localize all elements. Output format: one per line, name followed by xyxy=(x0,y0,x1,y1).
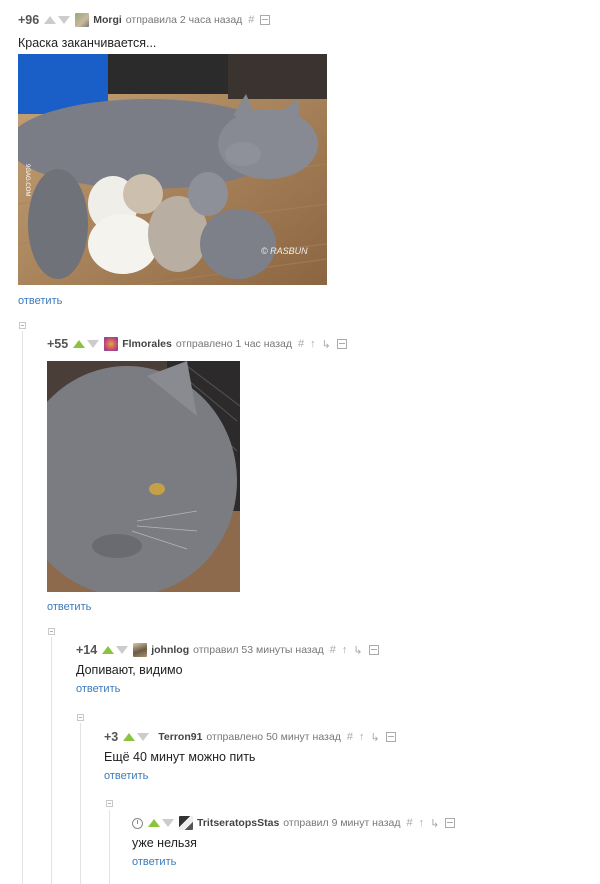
comment-header: +55 Flmorales отправлено 1 час назад # ↑… xyxy=(47,335,347,353)
branch-icon[interactable]: ↳ xyxy=(353,644,362,657)
downvote-icon[interactable] xyxy=(87,340,100,348)
save-icon[interactable] xyxy=(445,818,456,828)
collapse-toggle[interactable] xyxy=(106,800,113,807)
timestamp: отправил 9 минут назад xyxy=(283,817,401,829)
permalink-icon[interactable]: # xyxy=(298,338,304,350)
timestamp: отправлено 1 час назад xyxy=(175,338,293,350)
rating: +14 xyxy=(76,643,98,657)
parent-arrow-icon[interactable]: ↑ xyxy=(310,338,316,350)
thread-line xyxy=(80,723,81,884)
author-link[interactable]: Flmorales xyxy=(122,338,172,350)
save-icon[interactable] xyxy=(385,732,396,742)
rating: +55 xyxy=(47,337,69,351)
thread-line xyxy=(109,810,110,884)
comment-header: TritseratopsStas отправил 9 минут назад … xyxy=(132,814,456,832)
comment: +3 Terron91 отправлено 50 минут назад # … xyxy=(104,728,396,782)
comment-header: +14 johnlog отправил 53 минуты назад # ↑… xyxy=(76,641,379,659)
reply-link[interactable]: ответить xyxy=(47,601,91,613)
save-icon[interactable] xyxy=(368,645,379,655)
avatar[interactable] xyxy=(104,337,119,351)
downvote-icon[interactable] xyxy=(58,16,71,24)
save-icon[interactable] xyxy=(336,339,347,349)
permalink-icon[interactable]: # xyxy=(347,731,353,743)
comment-image[interactable] xyxy=(47,361,240,592)
upvote-icon[interactable] xyxy=(44,16,57,24)
comment: +14 johnlog отправил 53 минуты назад # ↑… xyxy=(76,641,379,695)
comment-header: +3 Terron91 отправлено 50 минут назад # … xyxy=(104,728,396,746)
parent-arrow-icon[interactable]: ↑ xyxy=(359,731,365,743)
downvote-icon[interactable] xyxy=(162,819,174,827)
branch-icon[interactable]: ↳ xyxy=(370,731,379,744)
clock-icon xyxy=(132,817,143,829)
upvote-icon[interactable] xyxy=(148,819,160,827)
comment-text: уже нельзя xyxy=(132,836,197,850)
upvote-icon[interactable] xyxy=(102,646,115,654)
comment-text: Ещё 40 минут можно пить xyxy=(104,750,256,764)
collapse-toggle[interactable] xyxy=(19,322,26,329)
timestamp: отправила 2 часа назад xyxy=(125,14,243,26)
thread-line xyxy=(51,637,52,884)
upvote-icon[interactable] xyxy=(73,340,86,348)
author-link[interactable]: Terron91 xyxy=(158,731,202,743)
reply-link[interactable]: ответить xyxy=(104,770,396,782)
author-link[interactable]: Morgi xyxy=(93,14,122,26)
reply-link[interactable]: ответить xyxy=(76,683,379,695)
rating: +96 xyxy=(18,13,40,27)
upvote-icon[interactable] xyxy=(123,733,136,741)
permalink-icon[interactable]: # xyxy=(406,817,412,829)
save-icon[interactable] xyxy=(260,15,271,25)
comment: TritseratopsStas отправил 9 минут назад … xyxy=(132,814,456,868)
watermark: 9GAG.COM xyxy=(24,164,30,196)
permalink-icon[interactable]: # xyxy=(248,14,254,26)
avatar[interactable] xyxy=(179,816,193,830)
timestamp: отправлено 50 минут назад xyxy=(206,731,341,743)
thread-line xyxy=(22,331,23,884)
reply-link[interactable]: ответить xyxy=(132,856,455,868)
photo-caption: © RASBUN xyxy=(261,246,308,256)
comment-text: Допивают, видимо xyxy=(76,663,183,677)
parent-arrow-icon[interactable]: ↑ xyxy=(419,817,425,829)
branch-icon[interactable]: ↳ xyxy=(322,338,331,351)
author-link[interactable]: TritseratopsStas xyxy=(197,817,279,829)
collapse-toggle[interactable] xyxy=(77,714,84,721)
parent-arrow-icon[interactable]: ↑ xyxy=(342,644,348,656)
reply-link[interactable]: ответить xyxy=(18,295,62,307)
author-link[interactable]: johnlog xyxy=(151,644,189,656)
comment: +96 Morgi отправила 2 часа назад # Краск… xyxy=(18,11,271,50)
rating: +3 xyxy=(104,730,119,744)
comment-text: Краска заканчивается... xyxy=(18,36,157,50)
comment-image[interactable]: 9GAG.COM © RASBUN xyxy=(18,54,327,285)
avatar[interactable] xyxy=(75,13,90,27)
permalink-icon[interactable]: # xyxy=(330,644,336,656)
avatar[interactable] xyxy=(133,643,148,657)
comment: +55 Flmorales отправлено 1 час назад # ↑… xyxy=(47,335,347,353)
downvote-icon[interactable] xyxy=(116,646,129,654)
branch-icon[interactable]: ↳ xyxy=(430,817,439,830)
comment-header: +96 Morgi отправила 2 часа назад # xyxy=(18,11,271,29)
timestamp: отправил 53 минуты назад xyxy=(193,644,324,656)
downvote-icon[interactable] xyxy=(137,733,150,741)
collapse-toggle[interactable] xyxy=(48,628,55,635)
